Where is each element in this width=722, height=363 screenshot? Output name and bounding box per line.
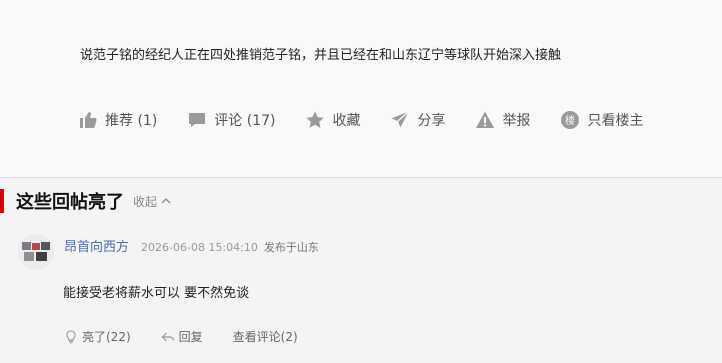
reply-icon (161, 332, 174, 341)
warning-icon (476, 111, 495, 128)
chevron-up-icon (161, 198, 171, 204)
section-divider (0, 177, 722, 178)
collapse-toggle[interactable]: 收起 (133, 193, 171, 210)
view-comments-button[interactable]: 查看评论(2) (233, 328, 298, 345)
author-badge-icon: 楼 (561, 111, 580, 129)
post-card: 说范子铭的经纪人正在四处推销范子铭，并且已经在和山东辽宁等球队开始深入接触 推荐… (0, 0, 722, 177)
share-button[interactable]: 分享 (390, 110, 445, 130)
avatar[interactable] (18, 234, 54, 270)
post-action-bar: 推荐 (1) 评论 (17) 收藏 分享 举报 楼 只看楼主 (78, 108, 673, 132)
comment-body-text: 能接受老将薪水可以 要不然免谈 (63, 286, 250, 301)
recommend-label: 推荐 (1) (105, 113, 158, 129)
share-icon (391, 110, 410, 128)
author-only-button[interactable]: 楼 只看楼主 (560, 110, 643, 130)
reply-label: 回复 (178, 330, 203, 344)
avatar-image (18, 234, 54, 270)
share-label: 分享 (417, 113, 446, 129)
hot-replies-header: 这些回帖亮了 收起 (0, 186, 171, 216)
recommend-button[interactable]: 推荐 (1) (78, 110, 157, 130)
favorite-label: 收藏 (332, 113, 361, 129)
reply-button[interactable]: 回复 (161, 328, 203, 345)
thumbs-up-icon (80, 112, 97, 128)
comment-timestamp: 2026-06-08 15:04:10 (141, 241, 258, 254)
like-button[interactable]: 亮了(22) (64, 328, 131, 345)
comment-location: 发布于山东 (263, 241, 319, 254)
post-body-text: 说范子铭的经纪人正在四处推销范子铭，并且已经在和山东辽宁等球队开始深入接触 (80, 48, 562, 63)
comment-action-bar: 亮了(22) 回复 查看评论(2) (64, 328, 328, 345)
comment-meta: 昂首向西方 2026-06-08 15:04:10 发布于山东 (64, 236, 319, 255)
comment-username[interactable]: 昂首向西方 (64, 236, 129, 255)
view-comments-label: 查看评论(2) (232, 330, 298, 344)
hot-replies-title: 这些回帖亮了 (16, 192, 124, 213)
report-button[interactable]: 举报 (475, 110, 530, 130)
comment-label: 评论 (17) (214, 113, 276, 129)
collapse-label: 收起 (133, 194, 158, 209)
star-icon (306, 111, 325, 128)
section-accent-bar (0, 189, 4, 213)
lightbulb-icon (66, 329, 76, 343)
comment-icon (189, 113, 206, 127)
author-only-label: 只看楼主 (587, 113, 644, 129)
comment-button[interactable]: 评论 (17) (187, 110, 275, 130)
like-label: 亮了(22) (82, 330, 131, 344)
favorite-button[interactable]: 收藏 (305, 110, 360, 130)
svg-text:楼: 楼 (565, 114, 575, 127)
report-label: 举报 (502, 113, 531, 129)
